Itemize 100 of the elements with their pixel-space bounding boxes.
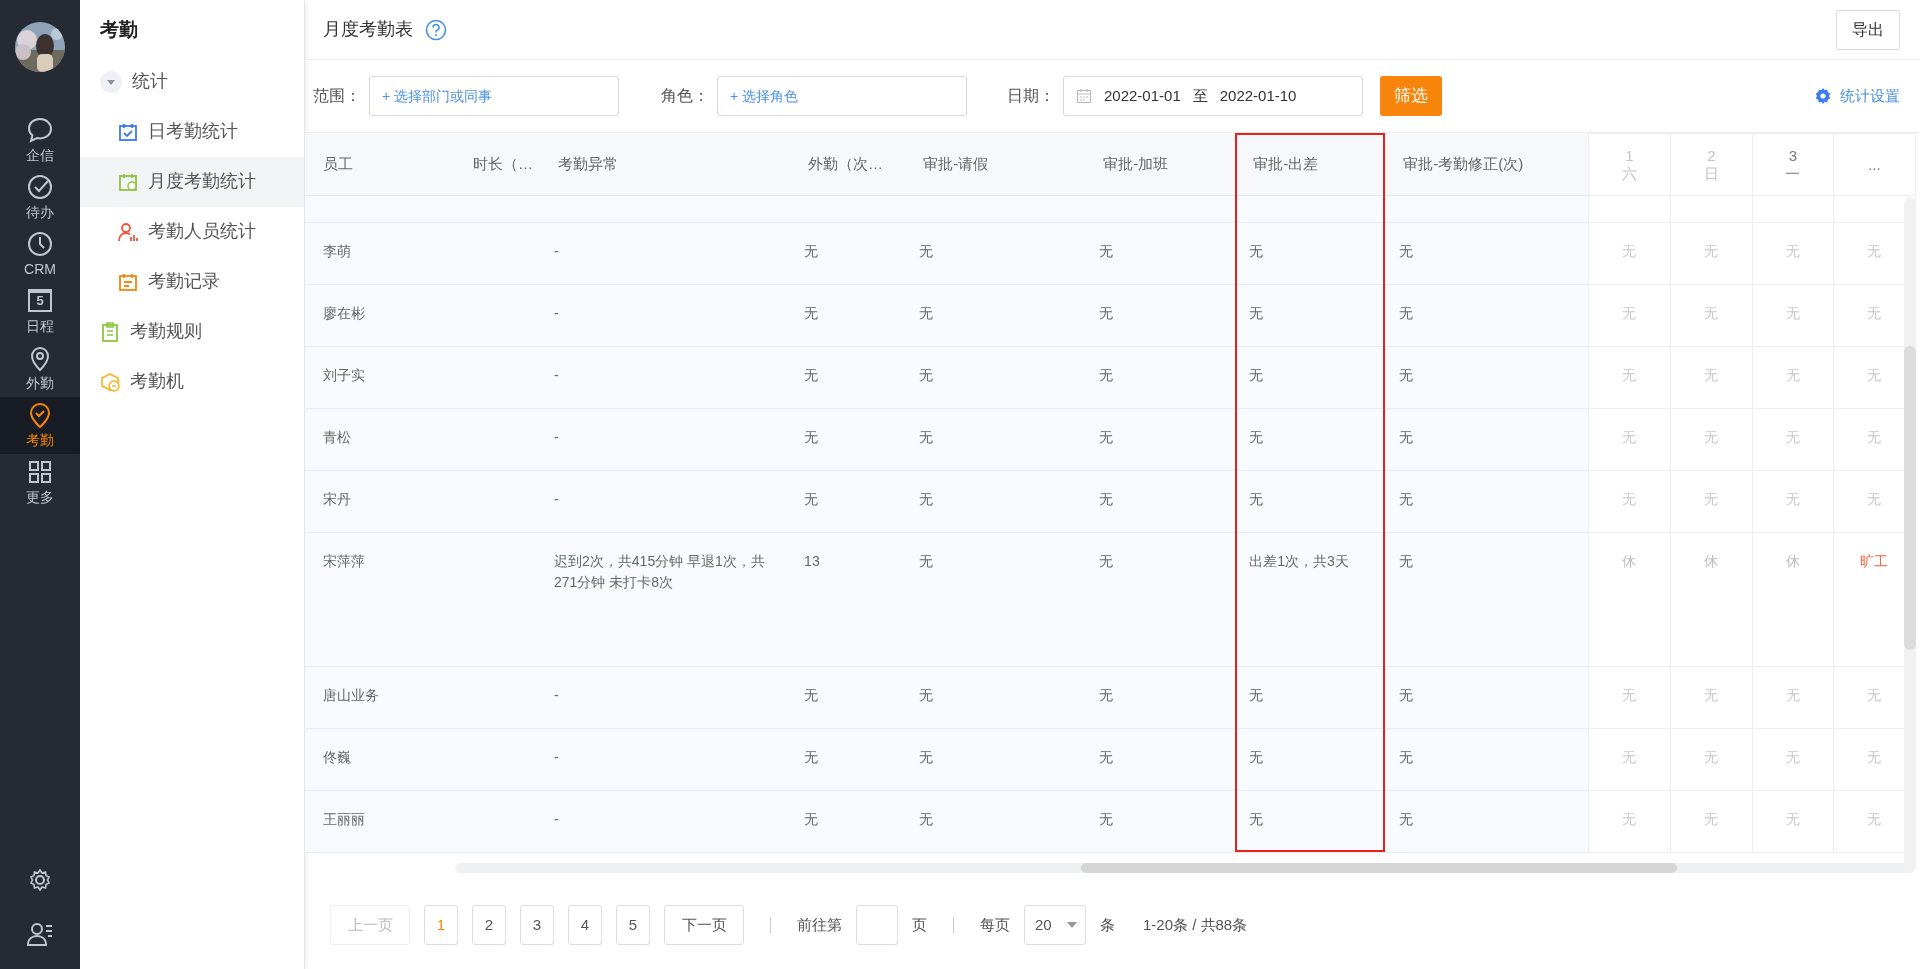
- table-cell: 无: [919, 367, 934, 383]
- page-size-select[interactable]: 20: [1024, 905, 1086, 945]
- employee-name: 佟巍: [323, 749, 351, 765]
- table-cell: 无: [1099, 749, 1114, 765]
- table-cell: 无: [804, 367, 819, 383]
- column-header: 考勤异常: [540, 133, 791, 196]
- table-cell: 无: [1399, 491, 1414, 507]
- table-cell: 无: [804, 687, 819, 703]
- date-range-field[interactable]: 2022-01-01 至 2022-01-10: [1063, 76, 1363, 116]
- day-status: 休: [1785, 553, 1800, 569]
- table-cell: 迟到2次，共415分钟 早退1次，共271分钟 未打卡8次: [554, 553, 765, 590]
- table-cell: 无: [919, 491, 934, 507]
- column-header: 时长（…: [455, 133, 541, 196]
- table-cell: 无: [1099, 243, 1114, 259]
- table-cell: -: [554, 491, 559, 507]
- employee-name: 青松: [323, 429, 351, 445]
- table-cell: -: [554, 429, 559, 445]
- table-cell: 无: [1399, 553, 1414, 569]
- table-cell: -: [554, 367, 559, 383]
- next-page-button[interactable]: 下一页: [664, 905, 744, 945]
- column-header: 审批-请假: [905, 133, 1086, 196]
- table-cell: 无: [1399, 367, 1414, 383]
- page-button[interactable]: 3: [520, 905, 554, 945]
- page-button[interactable]: 4: [568, 905, 602, 945]
- menu-item[interactable]: 日考勤统计: [80, 106, 304, 157]
- day-status: 休: [1622, 553, 1637, 569]
- start-date: 2022-01-01: [1104, 85, 1181, 106]
- calendar-icon: [118, 171, 138, 192]
- table-cell: 无: [919, 749, 934, 765]
- menu-item[interactable]: 考勤机: [80, 356, 304, 407]
- day-number: 2: [1706, 146, 1717, 165]
- clipboard-icon: [100, 321, 120, 342]
- field-label: 角色：: [661, 86, 709, 106]
- help-icon[interactable]: [425, 18, 447, 41]
- page-title: 月度考勤表: [323, 18, 413, 41]
- table-cell: 无: [1399, 305, 1414, 321]
- table-cell: 无: [1249, 305, 1264, 321]
- table-cell: 无: [1099, 429, 1114, 445]
- table-cell: 无: [919, 429, 934, 445]
- table-cell: 无: [804, 305, 819, 321]
- column-header: 员工: [305, 133, 456, 196]
- chat-icon: [26, 115, 54, 144]
- day-status: 旷工: [1860, 553, 1889, 569]
- page-button[interactable]: 2: [472, 905, 506, 945]
- employee-name: 廖在彬: [323, 305, 365, 321]
- table-cell: 无: [919, 305, 934, 321]
- table-cell: 无: [1099, 553, 1114, 569]
- employee-name: 唐山业务: [323, 687, 379, 703]
- person-chart-icon: [118, 221, 138, 242]
- page-unit: 页: [912, 914, 927, 935]
- menu-item[interactable]: 统计: [80, 56, 304, 107]
- table-cell: 无: [1399, 243, 1414, 259]
- nav-item[interactable]: 5 日程: [0, 283, 80, 340]
- table-cell: -: [554, 749, 559, 765]
- day-number: 3: [1787, 146, 1798, 165]
- more-columns[interactable]: ...: [1833, 133, 1916, 196]
- user-list-icon[interactable]: [26, 921, 54, 947]
- table-cell: 无: [1099, 811, 1114, 827]
- clock-icon: [26, 229, 54, 258]
- per-page-unit: 条: [1100, 914, 1115, 935]
- calendar-check-icon: [118, 121, 138, 142]
- date-separator: 至: [1192, 85, 1208, 106]
- table-cell: 无: [1249, 811, 1264, 827]
- table-cell: 无: [804, 243, 819, 259]
- role-field[interactable]: + 选择角色: [717, 76, 967, 116]
- vertical-scrollbar[interactable]: [1904, 197, 1916, 873]
- employee-name: 宋丹: [323, 491, 351, 507]
- table-cell: 无: [919, 553, 934, 569]
- nav-item[interactable]: 企信: [0, 112, 80, 169]
- nav-item[interactable]: 更多: [0, 454, 80, 511]
- table-cell: 无: [919, 243, 934, 259]
- menu-item[interactable]: 考勤人员统计: [80, 206, 304, 257]
- column-header: 审批-加班: [1085, 133, 1236, 196]
- table-cell: 无: [1099, 367, 1114, 383]
- table-cell: 无: [1399, 811, 1414, 827]
- goto-label: 前往第: [797, 914, 842, 935]
- table-cell: 无: [1399, 749, 1414, 765]
- page-button[interactable]: 5: [616, 905, 650, 945]
- nav-item[interactable]: CRM: [0, 226, 80, 283]
- record-summary: 1-20条 / 共88条: [1143, 914, 1248, 935]
- nav-item[interactable]: 外勤: [0, 340, 80, 397]
- menu-item[interactable]: 考勤记录: [80, 256, 304, 307]
- weekday: 日: [1702, 164, 1720, 183]
- table-cell: 无: [1249, 243, 1264, 259]
- settings-icon[interactable]: [27, 867, 53, 893]
- menu-item[interactable]: 月度考勤统计: [80, 156, 304, 207]
- per-page-label: 每页: [980, 914, 1010, 935]
- weekday: 一: [1784, 164, 1802, 183]
- menu-item[interactable]: 考勤规则: [80, 306, 304, 357]
- table-cell: 无: [1249, 367, 1264, 383]
- settings-link[interactable]: 统计设置: [1814, 84, 1900, 108]
- table-cell: 出差1次，共3天: [1249, 553, 1349, 569]
- table-cell: 无: [1249, 429, 1264, 445]
- export-button[interactable]: 导出: [1836, 9, 1900, 50]
- scope-field[interactable]: + 选择部门或同事: [369, 76, 619, 116]
- settings-icon: [1814, 87, 1832, 105]
- nav-item[interactable]: 考勤: [0, 397, 80, 454]
- nav-item[interactable]: 待办: [0, 169, 80, 226]
- page-number-field[interactable]: [856, 905, 898, 945]
- calendar-icon: [1076, 88, 1092, 104]
